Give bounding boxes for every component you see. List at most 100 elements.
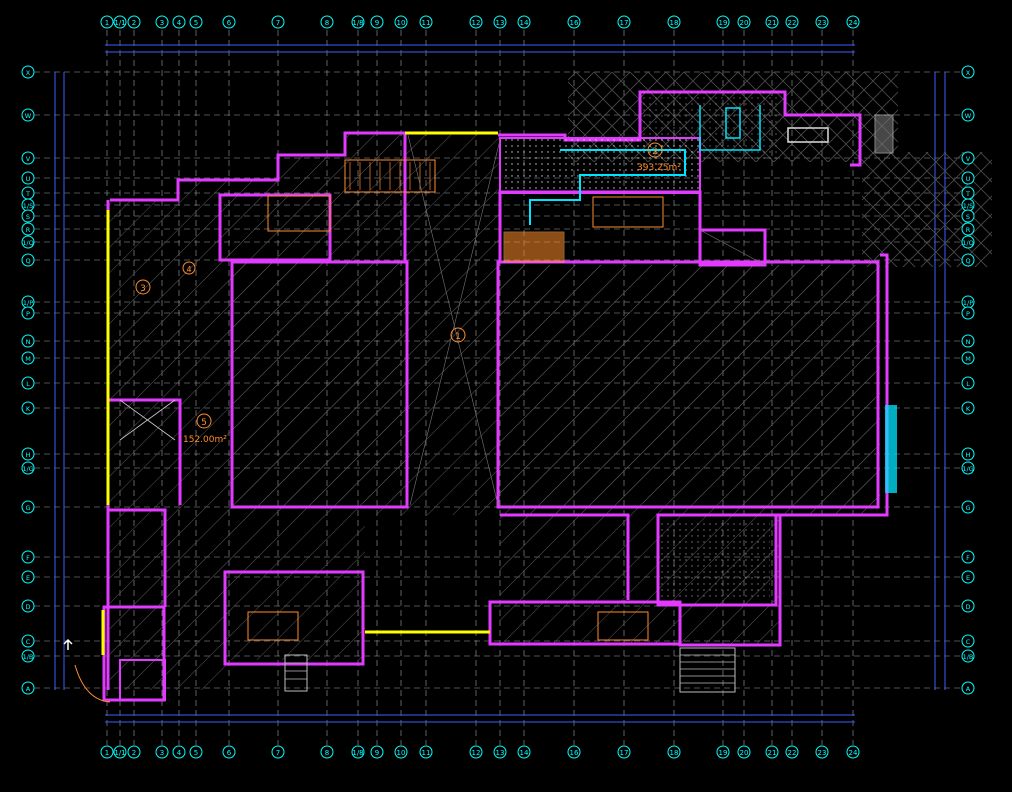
row-axis-bubble: Q bbox=[961, 253, 975, 267]
row-axis-label: M bbox=[25, 355, 31, 363]
row-axis-bubble: A bbox=[21, 681, 35, 695]
column-axis-bubble: 1 bbox=[100, 745, 114, 759]
zone-label-3: 3 bbox=[140, 284, 146, 294]
row-axis-label: N bbox=[966, 338, 971, 346]
area-label-zone-5: 152.00m² bbox=[183, 435, 227, 445]
row-axis-label: X bbox=[26, 69, 31, 77]
row-axis-label: 1/P bbox=[23, 299, 33, 307]
row-axis-bubble: E bbox=[21, 570, 35, 584]
column-axis-bubble: 5 bbox=[189, 745, 203, 759]
row-axis-label: S bbox=[966, 213, 970, 221]
row-axis-bubble: E bbox=[961, 570, 975, 584]
row-axis-bubble: Q bbox=[21, 253, 35, 267]
row-axis-bubble: 1/P bbox=[961, 295, 975, 309]
column-axis-label: 12 bbox=[472, 749, 481, 757]
column-axis-bubble: 11 bbox=[419, 745, 433, 759]
column-axis-bubble: 3 bbox=[155, 745, 169, 759]
row-axis-bubble: X bbox=[961, 65, 975, 79]
column-axis-label: 1/8 bbox=[352, 749, 363, 757]
column-axis-bubble: 9 bbox=[370, 745, 384, 759]
row-axis-bubble: L bbox=[21, 376, 35, 390]
row-axis-label: C bbox=[966, 638, 971, 646]
row-axis-label: W bbox=[25, 112, 32, 120]
row-axis-label: S bbox=[26, 213, 30, 221]
column-axis-label: 8 bbox=[325, 19, 329, 27]
row-axis-label: 1/Q bbox=[22, 239, 33, 247]
column-axis-label: 3 bbox=[160, 19, 164, 27]
row-axis-bubble: 1/G bbox=[21, 461, 35, 475]
row-axis-bubble: S bbox=[961, 209, 975, 223]
row-axis-label: P bbox=[966, 310, 970, 318]
row-axis-bubble: M bbox=[961, 351, 975, 365]
row-axis-bubble: P bbox=[21, 306, 35, 320]
column-axis-bubble: 13 bbox=[493, 15, 507, 29]
row-axis-bubble: A bbox=[961, 681, 975, 695]
row-axis-bubble: G bbox=[21, 500, 35, 514]
row-axis-label: E bbox=[26, 574, 30, 582]
row-axis-label: 1/Q bbox=[962, 239, 973, 247]
row-axis-label: T bbox=[965, 190, 970, 198]
zone-label-4: 4 bbox=[186, 265, 191, 274]
column-axis-label: 1 bbox=[105, 749, 109, 757]
row-axis-bubble: K bbox=[21, 401, 35, 415]
column-axis-label: 23 bbox=[818, 749, 827, 757]
row-axis-bubble: N bbox=[21, 334, 35, 348]
row-axis-label: H bbox=[26, 451, 31, 459]
column-axis-bubble: 18 bbox=[667, 15, 681, 29]
column-axis-bubble: 16 bbox=[567, 745, 581, 759]
column-axis-label: 6 bbox=[227, 749, 232, 757]
column-axis-bubble: 22 bbox=[785, 745, 799, 759]
column-axis-bubble: 16 bbox=[567, 15, 581, 29]
column-axis-bubble: 19 bbox=[716, 15, 730, 29]
row-axis-label: M bbox=[965, 355, 971, 363]
row-axis-bubble: T bbox=[21, 186, 35, 200]
row-axis-label: G bbox=[965, 504, 970, 512]
zone-label-5: 5 bbox=[201, 418, 207, 428]
column-axis-bubble: 3 bbox=[155, 15, 169, 29]
row-axis-label: 1/S bbox=[23, 202, 33, 210]
column-axis-bubble: 2 bbox=[127, 15, 141, 29]
row-axis-bubble: X bbox=[21, 65, 35, 79]
row-axis-bubble: G bbox=[961, 500, 975, 514]
row-axis-label: X bbox=[966, 69, 971, 77]
column-axis-label: 21 bbox=[768, 749, 777, 757]
row-axis-bubble: V bbox=[961, 151, 975, 165]
row-axis-label: W bbox=[965, 112, 972, 120]
column-axis-bubble: 7 bbox=[271, 15, 285, 29]
column-axis-label: 3 bbox=[160, 749, 164, 757]
column-axis-label: 11 bbox=[422, 749, 431, 757]
row-axis-bubble: 1/B bbox=[21, 649, 35, 663]
row-axis-label: Q bbox=[25, 257, 30, 265]
row-axis-bubble: 1/S bbox=[961, 198, 975, 212]
row-axis-bubble: 1/Q bbox=[961, 235, 975, 249]
column-axis-label: 22 bbox=[788, 19, 797, 27]
column-axis-bubble: 14 bbox=[517, 745, 531, 759]
row-axis-label: N bbox=[26, 338, 31, 346]
column-axis-bubble: 8 bbox=[320, 745, 334, 759]
row-axis-label: 1/G bbox=[22, 465, 33, 473]
column-axis-bubble: 6 bbox=[222, 745, 236, 759]
column-axis-bubble: 18 bbox=[667, 745, 681, 759]
column-axis-bubble: 13 bbox=[493, 745, 507, 759]
column-axis-label: 9 bbox=[375, 749, 379, 757]
column-axis-label: 7 bbox=[276, 749, 280, 757]
column-axis-label: 11 bbox=[422, 19, 431, 27]
column-axis-label: 19 bbox=[719, 19, 728, 27]
row-axis-label: 1/G bbox=[962, 465, 973, 473]
row-axis-label: 1/B bbox=[963, 653, 974, 661]
row-axis-bubble: 1/P bbox=[21, 295, 35, 309]
column-axis-label: 5 bbox=[194, 749, 198, 757]
column-axis-bubble: 9 bbox=[370, 15, 384, 29]
column-axis-bubble: 24 bbox=[846, 15, 860, 29]
column-axis-bubble: 1/8 bbox=[351, 15, 365, 29]
row-axis-bubble: 1/B bbox=[961, 649, 975, 663]
column-axis-label: 22 bbox=[788, 749, 797, 757]
zone-label-2: 2 bbox=[652, 147, 658, 157]
column-axis-bubble: 12 bbox=[469, 15, 483, 29]
column-axis-label: 17 bbox=[620, 19, 629, 27]
column-axis-label: 14 bbox=[520, 19, 529, 27]
column-axis-bubble: 5 bbox=[189, 15, 203, 29]
row-axis-label: A bbox=[966, 685, 971, 693]
column-axis-label: 10 bbox=[397, 749, 406, 757]
column-axis-bubble: 1/8 bbox=[351, 745, 365, 759]
